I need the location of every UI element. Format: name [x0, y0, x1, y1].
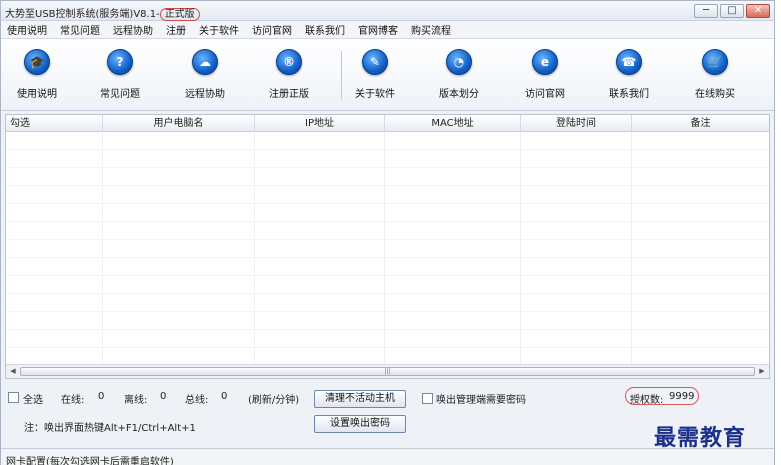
cart-icon: 🛒	[702, 49, 728, 75]
menu-item-usage[interactable]: 使用说明	[7, 22, 47, 37]
grid-row-line	[6, 275, 769, 276]
toolbar-faq-label: 常见问题	[100, 89, 140, 100]
menu-item-register[interactable]: 注册	[166, 22, 186, 37]
total-count: 0	[221, 391, 228, 402]
refresh-label[interactable]: (刷新/分钟)	[248, 391, 299, 406]
license-count-value: 9999	[669, 391, 695, 402]
remote-assist-icon: ☁	[192, 49, 218, 75]
toolbar-remote-assist-label: 远程协助	[185, 89, 225, 100]
toolbar-website-button[interactable]: e 访问官网	[509, 49, 581, 100]
table-header: 勾选 用户电脑名 IP地址 MAC地址 登陆时间 备注	[6, 115, 769, 132]
license-count-label: 授权数:	[630, 395, 664, 406]
scroll-right-icon[interactable]: ▶	[756, 366, 768, 377]
clear-inactive-hosts-button[interactable]: 清理不活动主机	[314, 390, 406, 408]
require-password-checkbox[interactable]	[422, 393, 433, 404]
pen-icon: ✎	[362, 49, 388, 75]
question-icon: ?	[107, 49, 133, 75]
horizontal-scrollbar[interactable]: ◀ ||| ▶	[6, 364, 769, 378]
toolbar-remote-assist-button[interactable]: ☁ 远程协助	[169, 49, 241, 100]
close-button[interactable]: ✕	[746, 4, 770, 18]
grid-row-line	[6, 293, 769, 294]
menu-bar: 使用说明 常见问题 远程协助 注册 关于软件 访问官网 联系我们 官网博客 购买…	[1, 21, 774, 39]
menu-item-remote-assist[interactable]: 远程协助	[113, 22, 153, 37]
table-body	[6, 132, 769, 364]
toolbar: 🎓 使用说明 ? 常见问题 ☁ 远程协助 ® 注册正版 ✎ 关于软件 ◔ 版本划…	[1, 39, 774, 111]
toolbar-contact-label: 联系我们	[609, 89, 649, 100]
watermark-text: 最需教育	[654, 425, 747, 451]
grid-row-line	[6, 221, 769, 222]
menu-item-purchase-flow[interactable]: 购买流程	[411, 22, 451, 37]
menu-item-blog[interactable]: 官网博客	[358, 22, 398, 37]
require-password-label: 唤出管理端需要密码	[436, 395, 526, 406]
toolbar-contact-button[interactable]: ☎ 联系我们	[593, 49, 665, 100]
pie-chart-icon: ◔	[446, 49, 472, 75]
online-count: 0	[98, 391, 105, 402]
grid-row-line	[6, 149, 769, 150]
column-header-login-time[interactable]: 登陆时间	[521, 115, 632, 132]
grid-row-line	[6, 167, 769, 168]
graduation-cap-icon: 🎓	[24, 49, 50, 75]
browser-icon: e	[532, 49, 558, 75]
column-header-mac[interactable]: MAC地址	[385, 115, 521, 132]
menu-item-about[interactable]: 关于软件	[199, 22, 239, 37]
toolbar-about-button[interactable]: ✎ 关于软件	[339, 49, 411, 100]
menu-item-contact[interactable]: 联系我们	[305, 22, 345, 37]
window-title: 大势至USB控制系统(服务端)V8.1- 正式版	[5, 5, 200, 21]
toolbar-faq-button[interactable]: ? 常见问题	[84, 49, 156, 100]
maximize-button[interactable]: □	[720, 4, 744, 18]
window-title-text: 大势至USB控制系统(服务端)V8.1-	[5, 9, 160, 20]
scroll-left-icon[interactable]: ◀	[7, 366, 19, 377]
column-header-computer-name[interactable]: 用户电脑名	[103, 115, 255, 132]
column-header-ip[interactable]: IP地址	[255, 115, 385, 132]
offline-label: 离线:	[124, 395, 148, 406]
toolbar-usage-label: 使用说明	[17, 89, 57, 100]
client-table: 勾选 用户电脑名 IP地址 MAC地址 登陆时间 备注 ◀ ||| ▶	[5, 114, 770, 379]
nic-config-label: 网卡配置(每次勾选网卡后需重启软件)	[6, 457, 174, 465]
set-password-button[interactable]: 设置唤出密码	[314, 415, 406, 433]
window-controls: ─ □ ✕	[694, 4, 770, 18]
toolbar-about-label: 关于软件	[355, 89, 395, 100]
offline-count: 0	[160, 391, 167, 402]
grid-row-line	[6, 257, 769, 258]
select-all-checkbox[interactable]	[8, 392, 19, 403]
column-header-check[interactable]: 勾选	[6, 115, 103, 132]
menu-item-website[interactable]: 访问官网	[252, 22, 292, 37]
grid-row-line	[6, 329, 769, 330]
title-bar: 大势至USB控制系统(服务端)V8.1- 正式版 ─ □ ✕	[1, 1, 774, 21]
column-header-remark[interactable]: 备注	[632, 115, 769, 132]
grid-row-line	[6, 203, 769, 204]
app-window: 大势至USB控制系统(服务端)V8.1- 正式版 ─ □ ✕ 使用说明 常见问题 …	[0, 0, 775, 465]
minimize-button[interactable]: ─	[694, 4, 718, 18]
grid-row-line	[6, 347, 769, 348]
online-label: 在线:	[61, 395, 85, 406]
phone-icon: ☎	[616, 49, 642, 75]
select-all-label: 全选	[23, 395, 43, 406]
grid-row-line	[6, 239, 769, 240]
toolbar-website-label: 访问官网	[525, 89, 565, 100]
hotkey-note: 注：唤出界面热键Alt+F1/Ctrl+Alt+1	[24, 423, 196, 434]
toolbar-buy-label: 在线购买	[695, 89, 735, 100]
toolbar-editions-button[interactable]: ◔ 版本划分	[423, 49, 495, 100]
grid-row-line	[6, 311, 769, 312]
menu-item-faq[interactable]: 常见问题	[60, 22, 100, 37]
grid-row-line	[6, 185, 769, 186]
toolbar-buy-button[interactable]: 🛒 在线购买	[679, 49, 751, 100]
edition-badge: 正式版	[159, 8, 200, 21]
toolbar-register-label: 注册正版	[269, 89, 309, 100]
scrollbar-thumb[interactable]: |||	[20, 367, 755, 376]
toolbar-usage-button[interactable]: 🎓 使用说明	[1, 49, 73, 100]
total-label: 总线:	[185, 395, 209, 406]
toolbar-register-button[interactable]: ® 注册正版	[253, 49, 325, 100]
registered-icon: ®	[276, 49, 302, 75]
toolbar-editions-label: 版本划分	[439, 89, 479, 100]
